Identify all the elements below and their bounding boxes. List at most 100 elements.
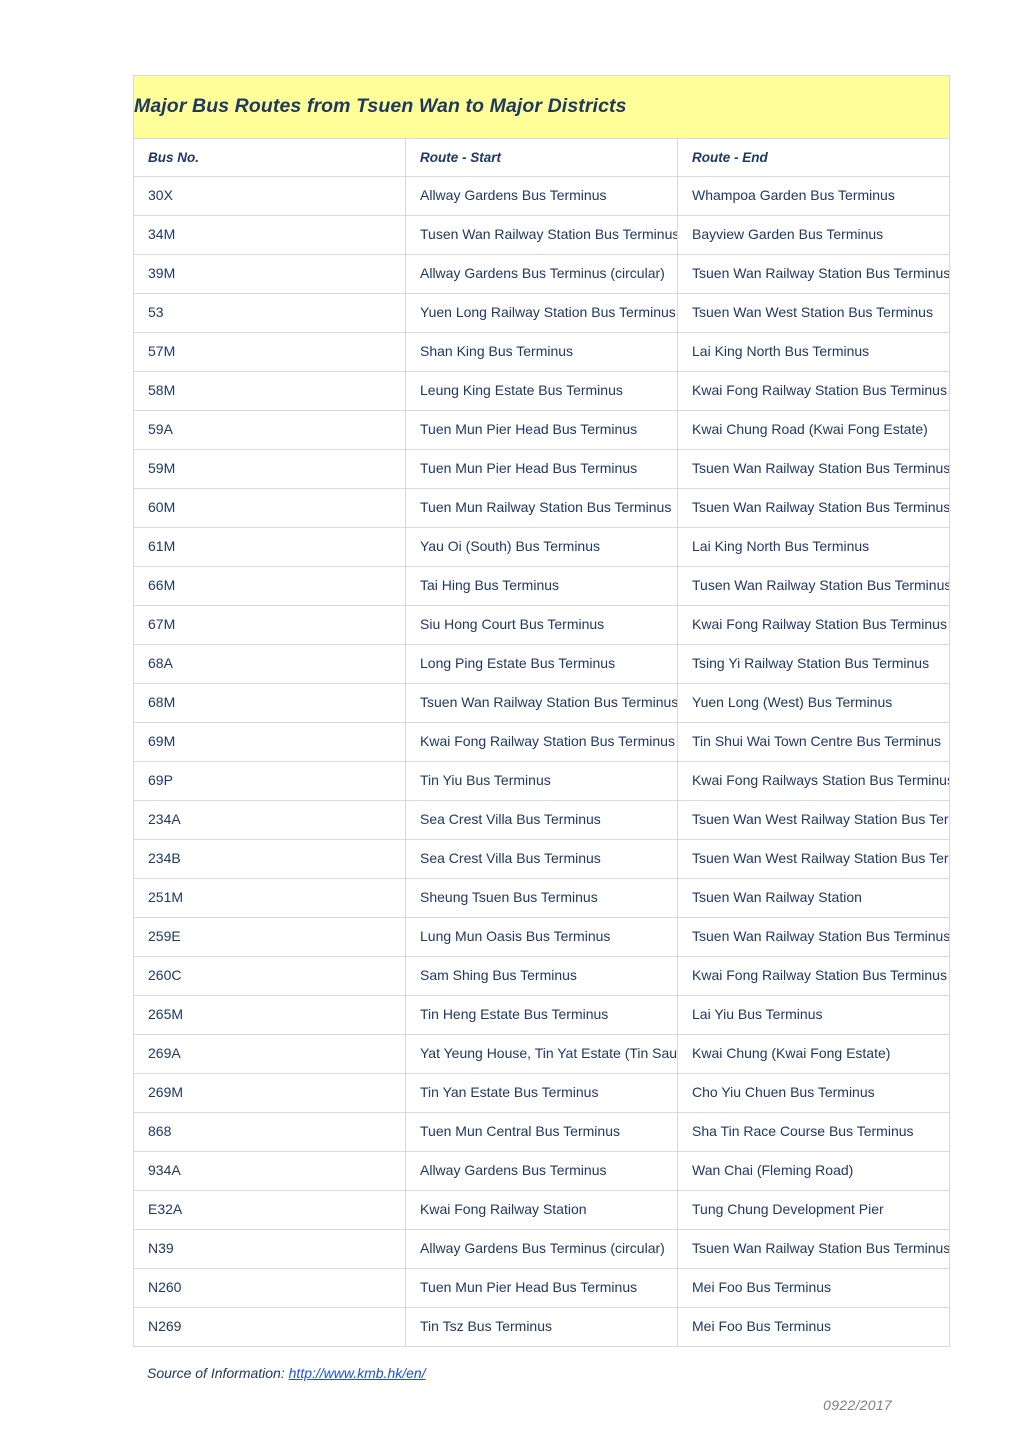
cell-route_start-text: Allway Gardens Bus Terminus xyxy=(420,1162,607,1179)
cell-route_start-text: Tin Heng Estate Bus Terminus xyxy=(420,1006,609,1023)
cell-route_end: Kwai Chung Road (Kwai Fong Estate) xyxy=(677,410,950,450)
cell-route_start-text: Siu Hong Court Bus Terminus xyxy=(420,616,605,633)
table-row: 57M Shan King Bus Terminus Lai King North … xyxy=(133,332,950,372)
cell-route_end-text: Sha Tin Race Course Bus Terminus xyxy=(692,1123,914,1140)
cell-bus_no: 260C xyxy=(133,956,406,996)
cell-route_end-text: Tsuen Wan West Railway Station Bus Termi… xyxy=(692,850,949,867)
table-row: 59M Tuen Mun Pier Head Bus Terminus Tsuen … xyxy=(133,449,950,489)
cell-bus_no: 69M xyxy=(133,722,406,762)
cell-route_end: Mei Foo Bus Terminus xyxy=(677,1268,950,1308)
cell-route_end: Tsuen Wan Railway Station Bus Terminus xyxy=(677,449,950,489)
cell-route_start-text: Shan King Bus Terminus xyxy=(420,343,574,360)
cell-route_start: Yuen Long Railway Station Bus Terminus xyxy=(405,293,678,333)
cell-route_end-text: Tin Shui Wai Town Centre Bus Terminus xyxy=(692,733,941,750)
cell-route_start: Allway Gardens Bus Terminus (circular) xyxy=(405,1229,678,1269)
table-row: 260C Sam Shing Bus Terminus Kwai Fong Rail… xyxy=(133,956,950,996)
table-row: 58M Leung King Estate Bus Terminus Kwai Fo… xyxy=(133,371,950,411)
cell-bus_no-text: 259E xyxy=(148,928,181,945)
cell-route_end: Tsuen Wan West Railway Station Bus Termi… xyxy=(677,839,950,879)
cell-route_end: Wan Chai (Fleming Road) xyxy=(677,1151,950,1191)
cell-route_end: Bayview Garden Bus Terminus xyxy=(677,215,950,255)
cell-route_start: Tin Yan Estate Bus Terminus xyxy=(405,1073,678,1113)
cell-route_end: Lai King North Bus Terminus xyxy=(677,332,950,372)
cell-route_start-text: Tin Tsz Bus Terminus xyxy=(420,1318,553,1335)
cell-route_end: Kwai Fong Railway Station Bus Terminus xyxy=(677,371,950,411)
table-row: 69P Tin Yiu Bus Terminus Kwai Fong Railway… xyxy=(133,761,950,801)
cell-route_end-text: Tusen Wan Railway Station Bus Terminus xyxy=(692,577,949,594)
cell-bus_no-text: 61M xyxy=(148,538,176,555)
cell-route_start: Tsuen Wan Railway Station Bus Terminus xyxy=(405,683,678,723)
table-row: 66M Tai Hing Bus Terminus Tusen Wan Railwa… xyxy=(133,566,950,606)
cell-route_end-text: Kwai Fong Railway Station Bus Terminus xyxy=(692,616,947,633)
cell-route_end: Kwai Chung (Kwai Fong Estate) xyxy=(677,1034,950,1074)
column-header-row: Bus No. Route - Start Route - End xyxy=(133,138,950,177)
cell-bus_no-text: 868 xyxy=(148,1123,172,1140)
table-row: 60M Tuen Mun Railway Station Bus Terminus… xyxy=(133,488,950,528)
cell-route_end: Kwai Fong Railway Station Bus Terminus xyxy=(677,956,950,996)
table-row: 269M Tin Yan Estate Bus Terminus Cho Yiu C… xyxy=(133,1073,950,1113)
table-head: Major Bus Routes from Tsuen Wan to Major… xyxy=(133,75,950,177)
cell-route_end: Tung Chung Development Pier xyxy=(677,1190,950,1230)
cell-route_end-text: Tsuen Wan Railway Station Bus Terminus xyxy=(692,1240,949,1257)
cell-route_start: Shan King Bus Terminus xyxy=(405,332,678,372)
cell-route_end: Tsuen Wan Railway Station Bus Terminus xyxy=(677,488,950,528)
table-row: N39 Allway Gardens Bus Terminus (circular… xyxy=(133,1229,950,1269)
document-page: Major Bus Routes from Tsuen Wan to Major… xyxy=(0,0,1020,1443)
cell-route_end-text: Tsuen Wan West Station Bus Terminus xyxy=(692,304,933,321)
cell-route_start-text: Kwai Fong Railway Station Bus Terminus xyxy=(420,733,675,750)
cell-bus_no-text: 58M xyxy=(148,382,176,399)
cell-route_end: Kwai Fong Railway Station Bus Terminus xyxy=(677,605,950,645)
cell-bus_no-text: 30X xyxy=(148,187,173,204)
cell-route_end: Tsuen Wan West Railway Station Bus Termi… xyxy=(677,800,950,840)
cell-route_end-text: Kwai Chung (Kwai Fong Estate) xyxy=(692,1045,891,1062)
cell-bus_no: 59A xyxy=(133,410,406,450)
cell-route_start-text: Leung King Estate Bus Terminus xyxy=(420,382,623,399)
table-row: 30X Allway Gardens Bus Terminus Whampoa Ga… xyxy=(133,176,950,216)
cell-bus_no-text: 39M xyxy=(148,265,176,282)
column-header-route-end: Route - End xyxy=(677,138,950,177)
cell-route_start: Tin Heng Estate Bus Terminus xyxy=(405,995,678,1035)
cell-bus_no-text: 69P xyxy=(148,772,173,789)
cell-route_end: Tin Shui Wai Town Centre Bus Terminus xyxy=(677,722,950,762)
cell-route_start: Tin Yiu Bus Terminus xyxy=(405,761,678,801)
cell-bus_no-text: 60M xyxy=(148,499,176,516)
column-header-route-start: Route - Start xyxy=(405,138,678,177)
cell-bus_no: 934A xyxy=(133,1151,406,1191)
column-header-bus-no: Bus No. xyxy=(133,138,406,177)
table-row: E32A Kwai Fong Railway Station Tung Chung … xyxy=(133,1190,950,1230)
cell-route_start-text: Allway Gardens Bus Terminus (circular) xyxy=(420,1240,665,1257)
cell-route_start-text: Tusen Wan Railway Station Bus Terminus (… xyxy=(420,226,677,243)
cell-route_start: Tuen Mun Pier Head Bus Terminus xyxy=(405,410,678,450)
cell-bus_no: 34M xyxy=(133,215,406,255)
source-label: Source of Information: xyxy=(147,1365,285,1381)
cell-route_end: Mei Foo Bus Terminus xyxy=(677,1307,950,1347)
cell-route_start: Tin Tsz Bus Terminus xyxy=(405,1307,678,1347)
cell-bus_no: 58M xyxy=(133,371,406,411)
cell-route_end-text: Lai Yiu Bus Terminus xyxy=(692,1006,823,1023)
cell-route_end: Lai King North Bus Terminus xyxy=(677,527,950,567)
cell-route_start-text: Lung Mun Oasis Bus Terminus xyxy=(420,928,611,945)
cell-route_end-text: Wan Chai (Fleming Road) xyxy=(692,1162,854,1179)
cell-route_start-text: Allway Gardens Bus Terminus (circular) xyxy=(420,265,665,282)
cell-bus_no-text: 234A xyxy=(148,811,181,828)
table-row: N269 Tin Tsz Bus Terminus Mei Foo Bus Term… xyxy=(133,1307,950,1347)
cell-route_end: Lai Yiu Bus Terminus xyxy=(677,995,950,1035)
cell-bus_no: 57M xyxy=(133,332,406,372)
table-row: 234B Sea Crest Villa Bus Terminus Tsuen Wa… xyxy=(133,839,950,879)
cell-route_start-text: Tuen Mun Pier Head Bus Terminus xyxy=(420,460,638,477)
cell-bus_no: 234A xyxy=(133,800,406,840)
cell-bus_no: 39M xyxy=(133,254,406,294)
cell-route_end-text: Lai King North Bus Terminus xyxy=(692,538,870,555)
cell-route_start-text: Tuen Mun Railway Station Bus Terminus xyxy=(420,499,672,516)
cell-route_end-text: Lai King North Bus Terminus xyxy=(692,343,870,360)
cell-route_start-text: Tin Yan Estate Bus Terminus xyxy=(420,1084,599,1101)
cell-route_end-text: Tsuen Wan Railway Station Bus Terminus xyxy=(692,265,949,282)
cell-bus_no-text: N269 xyxy=(148,1318,182,1335)
table-row: N260 Tuen Mun Pier Head Bus Terminus Mei F… xyxy=(133,1268,950,1308)
cell-route_start: Allway Gardens Bus Terminus xyxy=(405,176,678,216)
table-row: 61M Yau Oi (South) Bus Terminus Lai King N… xyxy=(133,527,950,567)
cell-route_end-text: Kwai Fong Railways Station Bus Terminus xyxy=(692,772,949,789)
table-row: 868 Tuen Mun Central Bus Terminus Sha Tin … xyxy=(133,1112,950,1152)
source-url-link[interactable]: http://www.kmb.hk/en/ xyxy=(289,1365,426,1381)
table-row: 53 Yuen Long Railway Station Bus Terminus… xyxy=(133,293,950,333)
